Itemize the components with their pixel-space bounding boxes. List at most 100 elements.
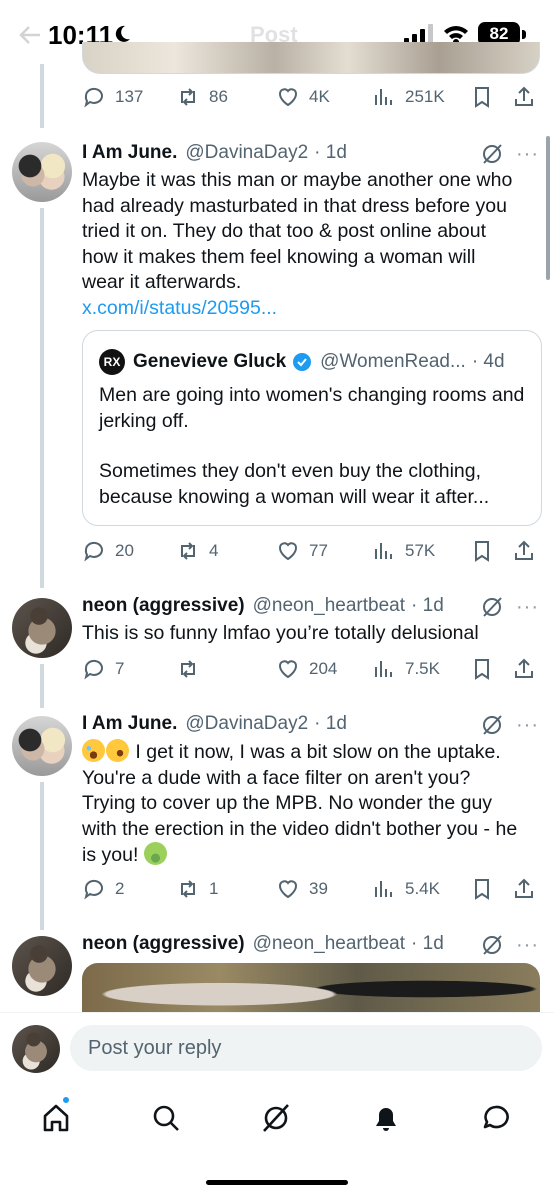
like-button[interactable]: 204	[276, 654, 337, 684]
more-options-icon[interactable]: ···	[516, 143, 539, 166]
tweet-body: Maybe it was this man or maybe another o…	[82, 169, 513, 293]
grok-icon[interactable]	[480, 595, 504, 619]
tab-notifications[interactable]	[366, 1098, 406, 1138]
share-button[interactable]	[512, 654, 536, 684]
tab-search[interactable]	[146, 1098, 186, 1138]
reply-icon	[84, 879, 103, 900]
avatar[interactable]	[12, 936, 72, 996]
quote-time: · 4d	[471, 351, 505, 372]
user-handle[interactable]: @DavinaDay2	[185, 142, 308, 164]
user-handle[interactable]: @neon_heartbeat	[253, 933, 405, 955]
views-button[interactable]: 57K	[372, 536, 435, 566]
display-name[interactable]: neon (aggressive)	[82, 933, 245, 955]
post-time[interactable]: · 1d	[411, 595, 444, 617]
post-time[interactable]: · 1d	[314, 713, 347, 735]
reply-input[interactable]: Post your reply	[70, 1025, 542, 1071]
repost-button[interactable]: 4	[176, 536, 218, 566]
views-button[interactable]: 251K	[372, 82, 445, 112]
top-tweet-media[interactable]	[82, 42, 540, 74]
like-count: 4K	[309, 87, 330, 106]
like-button[interactable]: 39	[276, 874, 328, 904]
views-count: 7.5K	[405, 659, 440, 678]
views-chart-icon	[375, 89, 392, 105]
tweet-actions: 2 1 39 5.4K	[82, 874, 544, 904]
reply-button[interactable]: 137	[82, 82, 143, 112]
thread-line	[40, 64, 44, 128]
avatar[interactable]	[12, 716, 72, 776]
share-button[interactable]	[512, 82, 536, 112]
display-name[interactable]: I Am June.	[82, 142, 177, 164]
views-count: 57K	[405, 541, 436, 560]
repost-icon	[181, 88, 195, 106]
tweet-link[interactable]: x.com/i/status/20595...	[82, 296, 522, 322]
tab-messages[interactable]	[476, 1098, 516, 1138]
post-time[interactable]: · 1d	[314, 142, 347, 164]
display-name[interactable]: neon (aggressive)	[82, 595, 245, 617]
heart-icon	[279, 88, 297, 107]
back-arrow-icon[interactable]	[18, 24, 42, 46]
tweet-media[interactable]	[82, 963, 540, 1015]
quote-text: Men are going into women's changing room…	[99, 383, 529, 510]
quoted-tweet[interactable]: RX Genevieve Gluck @WomenRead... · 4d Me…	[82, 330, 542, 526]
grok-icon[interactable]	[480, 713, 504, 737]
tab-home[interactable]	[36, 1098, 76, 1138]
user-handle[interactable]: @neon_heartbeat	[253, 595, 405, 617]
like-button[interactable]: 4K	[276, 82, 330, 112]
reply-icon	[84, 541, 103, 562]
more-options-icon[interactable]: ···	[516, 596, 539, 619]
quote-display-name: Genevieve Gluck	[133, 351, 287, 372]
reply-count: 2	[115, 879, 125, 898]
reply-count: 137	[115, 87, 144, 106]
tweet-header: neon (aggressive) @neon_heartbeat · 1d	[82, 933, 444, 959]
bookmark-icon	[475, 879, 489, 900]
views-count: 251K	[405, 87, 445, 106]
repost-icon	[181, 542, 195, 560]
tweet-header-icons: ···	[480, 142, 539, 166]
avatar[interactable]	[12, 598, 72, 658]
bookmark-icon	[475, 87, 489, 108]
quote-handle: @WomenRead...	[320, 351, 466, 372]
display-name[interactable]: I Am June.	[82, 713, 177, 735]
share-button[interactable]	[512, 536, 536, 566]
bookmark-button[interactable]	[470, 654, 494, 684]
bookmark-button[interactable]	[470, 82, 494, 112]
repost-button[interactable]: 1	[176, 874, 218, 904]
tweet-text: This is so funny lmfao you’re totally de…	[82, 622, 479, 644]
avatar[interactable]	[12, 142, 72, 202]
post-time[interactable]: · 1d	[411, 933, 444, 955]
reply-button[interactable]: 20	[82, 536, 134, 566]
bookmark-button[interactable]	[470, 536, 494, 566]
views-button[interactable]: 7.5K	[372, 654, 440, 684]
tweet-header: I Am June. @DavinaDay2 · 1d	[82, 713, 347, 739]
repost-button[interactable]: 86	[176, 82, 228, 112]
my-avatar	[12, 1025, 60, 1073]
tweet-header-icons: ···	[480, 595, 539, 619]
repost-count: 86	[209, 87, 228, 106]
grok-icon[interactable]	[480, 142, 504, 166]
quote-avatar: RX	[99, 349, 125, 375]
user-handle[interactable]: @DavinaDay2	[185, 713, 308, 735]
scrollbar[interactable]	[546, 136, 550, 280]
views-chart-icon	[375, 661, 392, 677]
tweet-actions: 7 204 7.5K	[82, 654, 544, 684]
repost-button[interactable]	[176, 654, 209, 684]
repost-icon	[181, 660, 195, 678]
more-options-icon[interactable]: ···	[516, 714, 539, 737]
verified-badge-icon	[293, 353, 312, 371]
grok-icon[interactable]	[480, 933, 504, 957]
bookmark-button[interactable]	[470, 874, 494, 904]
views-count: 5.4K	[405, 879, 440, 898]
rofl-emoji-icon	[102, 735, 133, 766]
more-options-icon[interactable]: ···	[516, 934, 539, 957]
views-button[interactable]: 5.4K	[372, 874, 440, 904]
reply-button[interactable]: 7	[82, 654, 124, 684]
tab-grok[interactable]	[256, 1098, 296, 1138]
heart-icon	[279, 880, 297, 899]
like-button[interactable]: 77	[276, 536, 328, 566]
reply-button[interactable]: 2	[82, 874, 124, 904]
focus-moon-icon	[115, 25, 130, 42]
share-button[interactable]	[512, 874, 536, 904]
reply-composer: Post your reply	[0, 1012, 554, 1082]
like-count: 77	[309, 541, 328, 560]
quote-paragraph: Sometimes they don't even buy the clothi…	[99, 460, 490, 508]
